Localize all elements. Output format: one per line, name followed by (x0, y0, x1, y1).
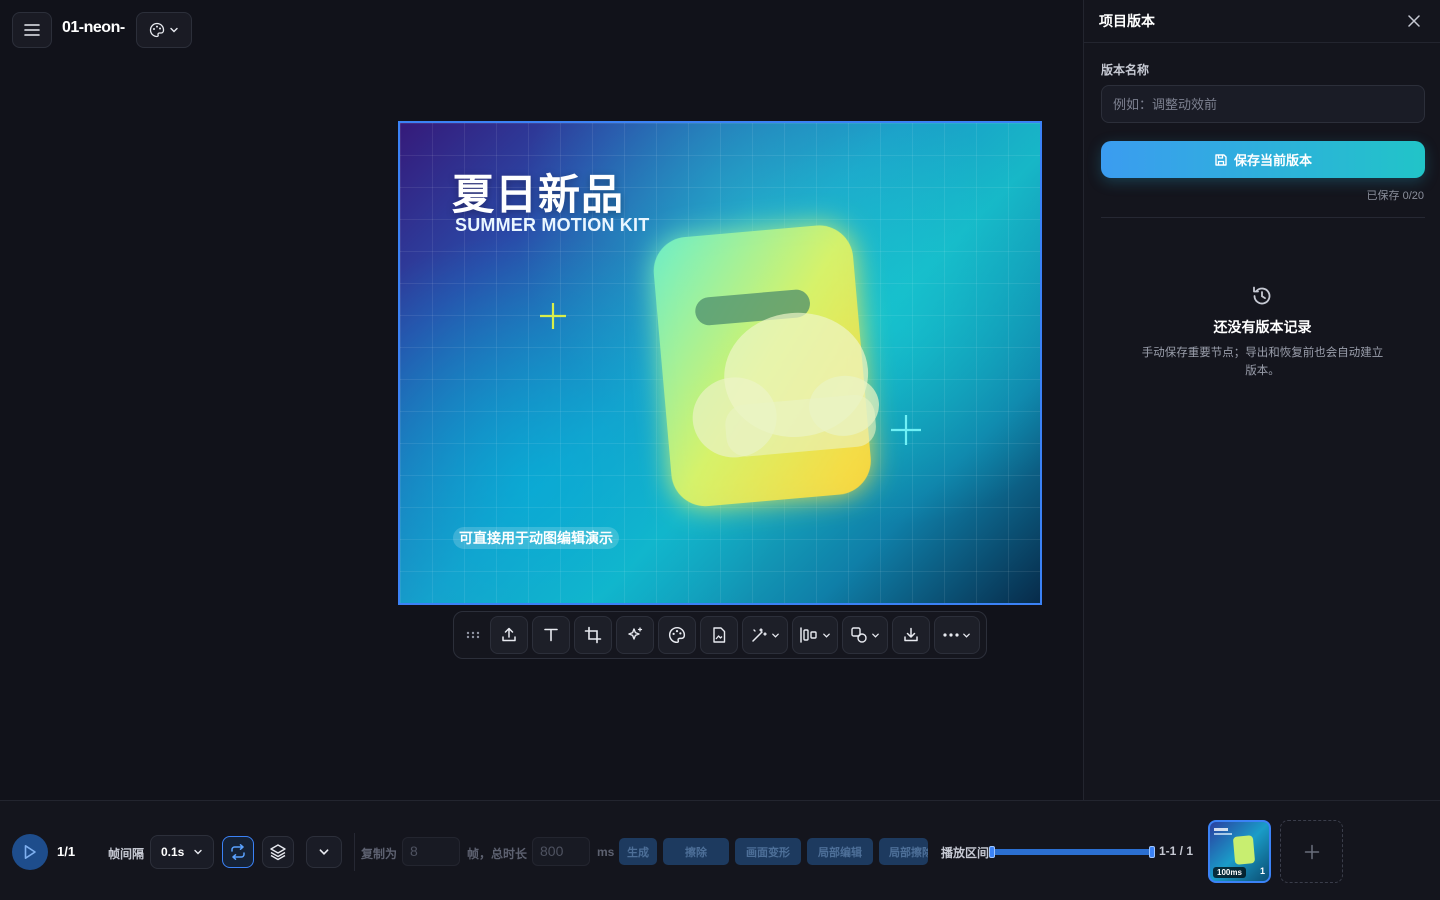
range-end-handle[interactable] (1149, 846, 1155, 858)
palette-icon (149, 22, 165, 38)
play-range-value: 1-1 / 1 (1159, 844, 1194, 858)
theme-button[interactable] (136, 12, 192, 48)
ms-unit-label: ms (597, 845, 615, 859)
loop-toggle[interactable] (222, 836, 254, 868)
version-name-input[interactable] (1101, 85, 1425, 123)
total-duration-label: 帧，总时长 (467, 847, 528, 861)
play-range-label: 播放区间 (941, 846, 990, 860)
edit-toolbar (453, 611, 987, 659)
palette-icon (669, 626, 686, 644)
local-edit-button[interactable]: 局部编辑 (807, 838, 873, 865)
ai-enhance-button[interactable] (616, 616, 654, 654)
frame-interval-select[interactable]: 0.1s (150, 835, 214, 869)
upload-button[interactable] (490, 616, 528, 654)
chevron-down-icon (963, 633, 970, 638)
effects-dropdown[interactable] (742, 616, 788, 654)
copy-frames-input[interactable]: 8 (402, 837, 460, 866)
layers-button[interactable] (262, 836, 294, 868)
align-icon (800, 627, 817, 643)
play-range-slider[interactable] (989, 846, 1155, 858)
erase-button[interactable]: 擦除 (663, 838, 729, 865)
expand-options-button[interactable] (306, 836, 342, 868)
text-button[interactable] (532, 616, 570, 654)
hero-subtitle[interactable]: SUMMER MOTION KIT (455, 215, 649, 236)
shapes-dropdown[interactable] (842, 616, 888, 654)
version-panel: 项目版本 版本名称 保存当前版本 已保存 0/20 还没有版本记录 手动保存重要… (1083, 0, 1440, 800)
layers-icon (270, 844, 286, 861)
frame-thumbnail[interactable]: 100ms 1 (1208, 820, 1271, 883)
crop-icon (584, 626, 602, 644)
close-icon (1408, 15, 1420, 27)
play-button[interactable] (12, 834, 48, 870)
warp-button[interactable]: 画面变形 (735, 838, 801, 865)
download-button[interactable] (892, 616, 930, 654)
hero-title[interactable]: 夏日新品 (452, 161, 624, 222)
chevron-down-icon (170, 27, 178, 33)
add-frame-button[interactable] (1280, 820, 1343, 883)
timeline-bar: 1/1 帧间隔 0.1s 复制为 8 帧，总时长 800 ms 生成 擦除 画面… (0, 800, 1440, 900)
frame-interval-value: 0.1s (161, 845, 185, 859)
sparkle-icon (628, 627, 643, 640)
hero-caption[interactable]: 可直接用于动图编辑演示 (453, 527, 619, 549)
total-duration-input[interactable]: 800 (532, 837, 590, 866)
history-icon (1253, 286, 1271, 305)
range-start-handle[interactable] (989, 846, 995, 858)
panel-header: 项目版本 (1084, 0, 1440, 43)
download-icon (904, 627, 918, 642)
more-dropdown[interactable] (934, 616, 980, 654)
save-icon (1215, 153, 1227, 166)
panel-divider (1101, 217, 1425, 218)
empty-state-description: 手动保存重要节点；导出和恢复前也会自动建立版本。 (1141, 347, 1384, 377)
chevron-down-icon (319, 849, 329, 855)
frame-duration-badge: 100ms (1213, 867, 1246, 878)
magic-wand-icon (752, 628, 767, 642)
save-version-button[interactable]: 保存当前版本 (1101, 141, 1425, 178)
plus-icon (1304, 844, 1319, 859)
plus-sparkle-right (891, 415, 921, 445)
drag-handle-icon (466, 631, 480, 639)
image-file-button[interactable] (700, 616, 738, 654)
close-panel-button[interactable] (1404, 11, 1424, 31)
chevron-down-icon (872, 633, 879, 638)
text-icon (544, 628, 558, 642)
align-dropdown[interactable] (792, 616, 838, 654)
version-name-label: 版本名称 (1101, 63, 1150, 77)
panel-title: 项目版本 (1099, 13, 1155, 29)
save-version-label: 保存当前版本 (1233, 153, 1312, 168)
copy-as-label: 复制为 (361, 847, 398, 861)
menu-button[interactable] (12, 12, 52, 48)
chevron-down-icon (194, 849, 202, 855)
frame-counter: 1/1 (57, 844, 76, 859)
toolbar-drag-handle[interactable] (460, 616, 486, 654)
frame-index: 1 (1259, 866, 1265, 876)
shapes-icon (851, 627, 867, 643)
file-image-icon (713, 627, 726, 643)
local-erase-button[interactable]: 局部擦除 (879, 838, 928, 865)
play-icon (24, 845, 36, 859)
color-button[interactable] (658, 616, 696, 654)
plus-sparkle-left (540, 303, 566, 329)
bottombar-separator (354, 833, 355, 871)
canvas-preview[interactable]: 夏日新品 SUMMER MOTION KIT 可直接用于动图编辑演示 (398, 121, 1042, 605)
frame-interval-label: 帧间隔 (108, 847, 145, 861)
chevron-down-icon (823, 633, 830, 638)
empty-state-title: 还没有版本记录 (1213, 319, 1312, 335)
chevron-down-icon (772, 633, 779, 638)
upload-icon (502, 627, 516, 642)
loop-icon (231, 844, 245, 860)
saved-count: 已保存 0/20 (1366, 190, 1424, 202)
generate-button[interactable]: 生成 (619, 838, 657, 865)
more-icon (943, 633, 959, 637)
project-name[interactable]: 01-neon- (62, 19, 125, 37)
menu-icon (24, 24, 40, 36)
crop-button[interactable] (574, 616, 612, 654)
